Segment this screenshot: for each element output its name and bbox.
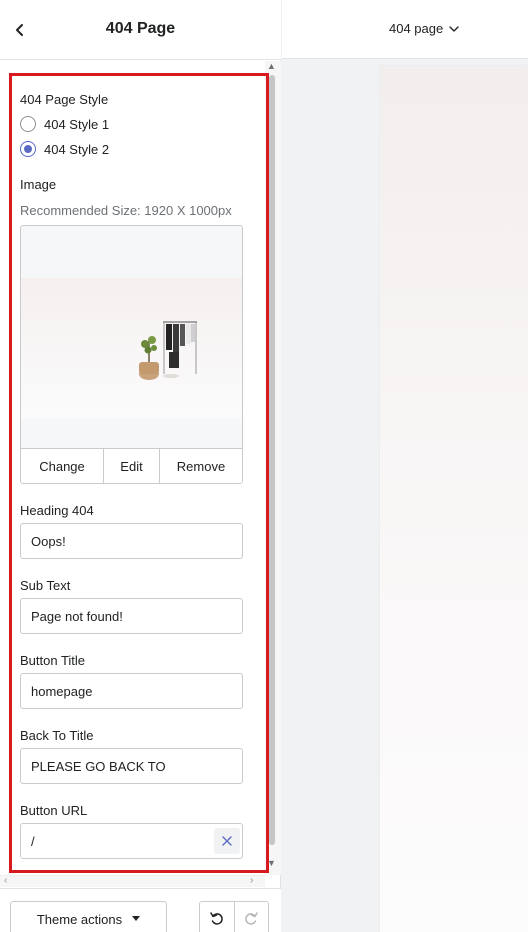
theme-actions-button[interactable]: Theme actions bbox=[10, 901, 167, 932]
style-label: 404 Page Style bbox=[20, 92, 109, 107]
page-selector[interactable]: 404 page bbox=[389, 21, 459, 36]
radio-button[interactable] bbox=[20, 116, 36, 132]
style-option-2[interactable]: 404 Style 2 bbox=[20, 141, 109, 157]
change-image-button[interactable]: Change bbox=[21, 449, 104, 483]
remove-image-button[interactable]: Remove bbox=[160, 449, 242, 483]
close-icon bbox=[222, 836, 232, 846]
heading-input[interactable]: Oops! bbox=[20, 523, 243, 559]
image-label: Image bbox=[20, 177, 57, 192]
back-to-title-input-value: PLEASE GO BACK TO bbox=[31, 758, 166, 774]
preview-toolbar: 404 page bbox=[282, 0, 528, 59]
button-title-label: Button Title bbox=[20, 653, 86, 668]
scrollbar-thumb[interactable] bbox=[269, 75, 275, 845]
button-url-input-value: / bbox=[31, 833, 35, 849]
image-thumbnail[interactable] bbox=[21, 278, 242, 418]
button-url-input[interactable]: / bbox=[20, 823, 243, 859]
subtext-label: Sub Text bbox=[20, 578, 71, 593]
clear-url-button[interactable] bbox=[214, 828, 240, 854]
undo-icon bbox=[210, 912, 223, 925]
settings-panel: 404 Page ▲ ▼ ‹ › 404 Page Style 404 Styl… bbox=[0, 0, 281, 932]
radio-button-checked[interactable] bbox=[20, 141, 36, 157]
undo-button[interactable] bbox=[200, 902, 235, 932]
subtext-input[interactable]: Page not found! bbox=[20, 598, 243, 634]
scroll-up-arrow-icon[interactable]: ▲ bbox=[267, 61, 276, 71]
theme-actions-label: Theme actions bbox=[36, 911, 123, 927]
style-option-label: 404 Style 1 bbox=[44, 116, 110, 132]
image-picker: Change Edit Remove bbox=[20, 225, 243, 484]
button-title-input[interactable]: homepage bbox=[20, 673, 243, 709]
button-url-label: Button URL bbox=[20, 803, 88, 818]
redo-icon bbox=[245, 912, 258, 925]
image-help-text: Recommended Size: 1920 X 1000px bbox=[20, 203, 232, 218]
edit-image-button[interactable]: Edit bbox=[104, 449, 160, 483]
history-controls bbox=[199, 901, 269, 932]
scroll-right-arrow-icon[interactable]: › bbox=[250, 875, 253, 886]
page-preview[interactable] bbox=[380, 66, 528, 932]
back-to-title-input[interactable]: PLEASE GO BACK TO bbox=[20, 748, 243, 784]
panel-footer: Theme actions bbox=[0, 888, 281, 932]
back-to-title-label: Back To Title bbox=[20, 728, 94, 743]
page-selector-label: 404 page bbox=[389, 21, 444, 36]
style-option-1[interactable]: 404 Style 1 bbox=[20, 116, 109, 132]
caret-down-icon bbox=[132, 916, 141, 921]
panel-title: 404 Page bbox=[105, 20, 176, 37]
clothing-rack-photo bbox=[139, 321, 197, 380]
chevron-down-icon bbox=[449, 25, 459, 32]
style-option-label: 404 Style 2 bbox=[44, 141, 110, 157]
button-title-input-value: homepage bbox=[31, 683, 93, 699]
subtext-input-value: Page not found! bbox=[31, 608, 123, 624]
image-action-bar: Change Edit Remove bbox=[21, 448, 242, 483]
redo-button[interactable] bbox=[235, 902, 269, 932]
horizontal-scrollbar[interactable]: ‹ › bbox=[0, 875, 265, 887]
heading-input-value: Oops! bbox=[31, 533, 66, 549]
heading-label: Heading 404 bbox=[20, 503, 94, 518]
panel-header: 404 Page bbox=[0, 0, 281, 60]
scroll-left-arrow-icon[interactable]: ‹ bbox=[4, 875, 7, 886]
